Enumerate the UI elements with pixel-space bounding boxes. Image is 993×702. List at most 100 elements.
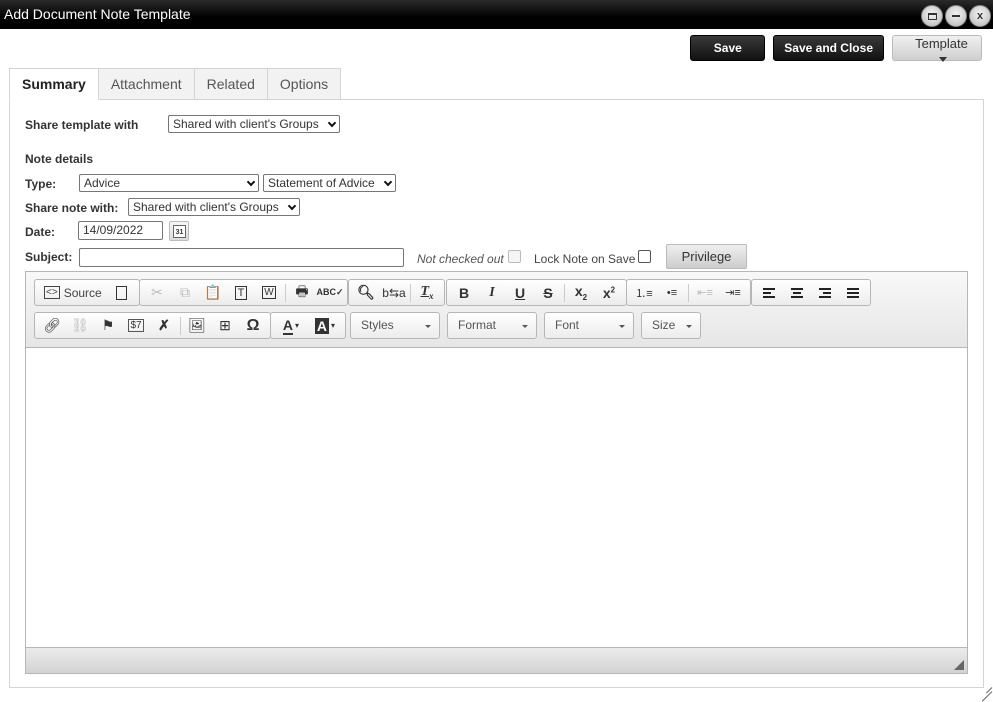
tab-related[interactable]: Related <box>193 68 268 100</box>
underline-button[interactable]: U <box>506 281 534 304</box>
type-select[interactable]: Advice <box>79 174 259 192</box>
caret-down-icon: ▾ <box>331 321 336 330</box>
template-label: Template <box>915 36 968 51</box>
align-right-icon <box>819 287 831 298</box>
subscript-icon: x2 <box>574 283 588 302</box>
increase-indent-icon: ⇥≡ <box>725 287 741 299</box>
caret-down-icon <box>619 325 625 328</box>
new-page-button[interactable] <box>108 281 136 304</box>
paste-button[interactable]: 📋 <box>199 281 227 304</box>
styles-label: Styles <box>361 318 394 332</box>
editor-content-area[interactable] <box>26 348 967 647</box>
source-button[interactable]: <> Source <box>38 281 108 304</box>
date-insert-button[interactable]: $7 <box>122 314 150 337</box>
minimize-button[interactable] <box>945 5 967 27</box>
share-template-select[interactable]: Shared with client's Groups <box>168 115 340 133</box>
editor-resize-handle[interactable] <box>954 660 964 670</box>
privilege-button[interactable]: Privilege <box>666 244 747 269</box>
paste-word-button[interactable]: W <box>255 281 283 304</box>
paste-icon: 📋 <box>204 284 222 300</box>
flag-icon: ⚑ <box>101 317 115 333</box>
styles-combo[interactable]: Styles <box>350 312 440 339</box>
align-right-button[interactable] <box>811 281 839 304</box>
numbered-list-button[interactable]: ⒈≡ <box>630 281 658 304</box>
decrease-indent-button[interactable]: ⇤≡ <box>691 281 719 304</box>
minimize-icon <box>952 15 960 17</box>
tab-attachment[interactable]: Attachment <box>97 68 195 100</box>
remove-format-button[interactable]: Tx <box>413 281 441 304</box>
subscript-button[interactable]: x2 <box>567 281 595 304</box>
print-button[interactable]: 🖶 <box>288 281 316 304</box>
source-label: Source <box>63 285 102 300</box>
remove-button[interactable]: ✗ <box>150 314 178 337</box>
toolbar-group-clipboard: ✂ ⧉ 📋 T W 🖶 ABC✓ <box>139 279 348 306</box>
tab-bar: Summary Attachment Related Options <box>9 68 342 100</box>
justify-button[interactable] <box>839 281 867 304</box>
subject-input[interactable] <box>79 248 404 267</box>
lock-note-label: Lock Note on Save <box>534 252 636 266</box>
align-center-button[interactable] <box>783 281 811 304</box>
increase-indent-button[interactable]: ⇥≡ <box>719 281 747 304</box>
align-left-button[interactable] <box>755 281 783 304</box>
save-button[interactable]: Save <box>690 35 766 61</box>
bulleted-list-button[interactable]: •≡ <box>658 281 686 304</box>
copy-button[interactable]: ⧉ <box>171 281 199 304</box>
anchor-button[interactable]: ⚑ <box>94 314 122 337</box>
tab-summary[interactable]: Summary <box>9 68 99 100</box>
calendar-button[interactable]: 31 <box>169 221 189 241</box>
lock-note-checkbox[interactable] <box>638 250 651 263</box>
date-input[interactable]: 14/09/2022 <box>78 221 163 240</box>
save-and-close-button[interactable]: Save and Close <box>773 35 884 61</box>
subtype-select[interactable]: Statement of Advice <box>263 174 396 192</box>
window-resize-handle[interactable] <box>980 680 992 692</box>
bold-icon: B <box>458 284 470 301</box>
print-icon: 🖶 <box>295 282 309 299</box>
cut-button[interactable]: ✂ <box>143 281 171 304</box>
close-button[interactable]: x <box>969 5 991 27</box>
text-color-button[interactable]: A ▾ <box>274 314 308 337</box>
bold-button[interactable]: B <box>450 281 478 304</box>
not-checked-out-label: Not checked out <box>417 252 504 266</box>
source-icon: <> <box>44 286 60 299</box>
format-combo[interactable]: Format <box>447 312 537 339</box>
italic-button[interactable]: I <box>478 281 506 304</box>
share-note-select[interactable]: Shared with client's Groups <box>128 198 300 216</box>
italic-icon: I <box>489 284 495 300</box>
image-button[interactable]: 🖼︎ <box>183 314 211 337</box>
maximize-button[interactable] <box>921 5 943 27</box>
cut-icon: ✂ <box>151 284 163 300</box>
toolbar-group-links: 🔗︎ ⛓ ⚑ $7 ✗ 🖼︎ ⊞ Ω <box>34 312 271 339</box>
type-label: Type: <box>25 177 57 191</box>
replace-button[interactable]: b⇆a <box>380 281 408 304</box>
strikethrough-button[interactable]: S <box>534 281 562 304</box>
not-checked-out-checkbox <box>508 250 521 263</box>
bg-color-button[interactable]: A ▾ <box>308 314 342 337</box>
template-dropdown-button[interactable]: Template <box>892 35 982 63</box>
link-button[interactable]: 🔗︎ <box>38 314 66 337</box>
tab-options[interactable]: Options <box>266 68 342 100</box>
toolbar-separator <box>688 283 689 302</box>
toolbar-group-lists: ⒈≡ •≡ ⇤≡ ⇥≡ <box>626 279 751 306</box>
window-title: Add Document Note Template <box>4 6 191 22</box>
chevron-down-icon <box>287 201 297 211</box>
table-button[interactable]: ⊞ <box>211 314 239 337</box>
superscript-button[interactable]: x2 <box>595 281 623 304</box>
size-combo[interactable]: Size <box>641 312 701 339</box>
special-char-button[interactable]: Ω <box>239 314 267 337</box>
find-button[interactable]: 🔍︎ <box>352 281 380 304</box>
paste-text-button[interactable]: T <box>227 281 255 304</box>
spellcheck-button[interactable]: ABC✓ <box>316 281 344 304</box>
unlink-button[interactable]: ⛓ <box>66 314 94 337</box>
note-details-heading: Note details <box>25 152 94 166</box>
table-icon: ⊞ <box>219 317 231 333</box>
paste-word-icon: W <box>262 286 276 299</box>
calendar-icon: 31 <box>173 225 186 238</box>
image-icon: 🖼︎ <box>188 317 206 333</box>
justify-icon <box>847 287 859 298</box>
font-combo[interactable]: Font <box>544 312 634 339</box>
copy-icon: ⧉ <box>180 284 190 300</box>
strikethrough-icon: S <box>543 284 553 301</box>
toolbar-group-basicstyles: B I U S x2 x2 <box>446 279 627 306</box>
toolbar-group-align <box>751 279 871 306</box>
chevron-down-icon <box>327 118 337 128</box>
